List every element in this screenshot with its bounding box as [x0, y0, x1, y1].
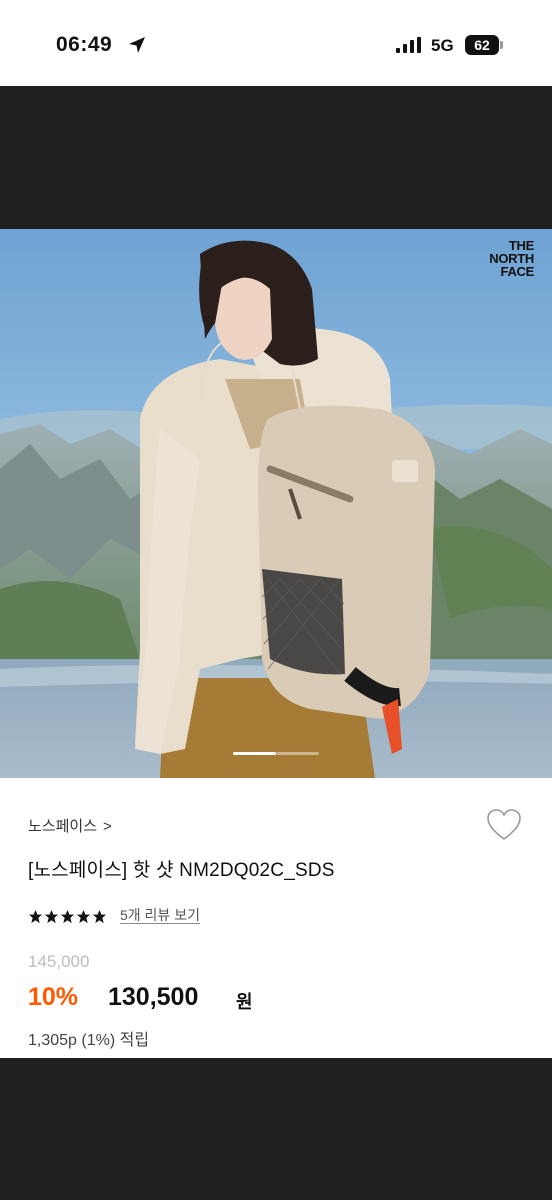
star-icon	[60, 909, 75, 924]
network-type: 5G	[431, 36, 454, 55]
carousel-indicator	[233, 752, 319, 755]
battery-icon: 62	[465, 35, 503, 55]
reward-points: 1,305p (1%) 적립	[28, 1032, 150, 1049]
star-icon	[76, 909, 91, 924]
discount-rate: 10%	[28, 983, 79, 1011]
dark-backdrop-bottom[interactable]	[0, 1058, 552, 1200]
product-info-panel: 노스페이스 > [노스페이스] 핫 샷 NM2DQ02C_SDS 5개 리뷰 보기…	[0, 778, 552, 1058]
battery-level: 62	[465, 35, 499, 55]
cellular-signal-icon	[396, 37, 421, 53]
original-price: 145,000	[28, 952, 90, 971]
location-arrow-icon	[129, 37, 145, 53]
sale-price: 130,500	[108, 983, 199, 1011]
brand-link[interactable]: 노스페이스 >	[28, 815, 112, 836]
star-icon	[44, 909, 59, 924]
brand-logo: THE NORTH FACE	[489, 239, 534, 278]
chevron-right-icon: >	[103, 818, 112, 835]
star-icon	[92, 909, 107, 924]
rating-stars	[28, 909, 107, 925]
brand-link-label: 노스페이스	[28, 818, 98, 835]
review-link[interactable]: 5개 리뷰 보기	[120, 907, 200, 924]
carousel-indicator-active	[233, 752, 276, 755]
product-photo	[0, 229, 552, 778]
heart-icon[interactable]	[486, 808, 522, 842]
status-time: 06:49	[56, 33, 113, 56]
product-title: [노스페이스] 핫 샷 NM2DQ02C_SDS	[28, 860, 335, 881]
battery-cap	[500, 41, 503, 49]
product-image-carousel[interactable]: THE NORTH FACE	[0, 229, 552, 778]
star-icon	[28, 909, 43, 924]
currency-unit: 원	[236, 992, 253, 1012]
dark-backdrop-top[interactable]	[0, 86, 552, 229]
carousel-indicator-inactive	[276, 752, 319, 755]
logo-line-3: FACE	[500, 264, 535, 279]
status-bar: 06:49 5G 62	[0, 0, 552, 86]
